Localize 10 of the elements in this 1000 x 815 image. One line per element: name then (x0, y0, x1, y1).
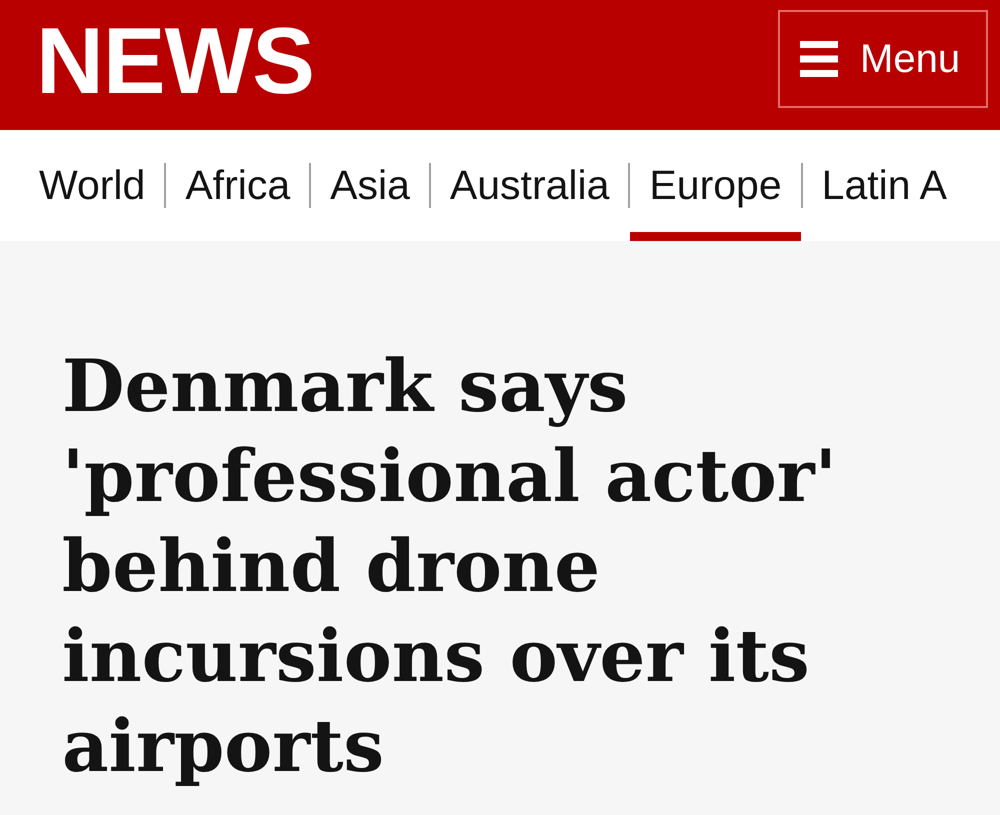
nav-tab[interactable]: Africa (166, 130, 310, 241)
menu-icon (800, 41, 838, 77)
nav-tab[interactable]: Europe (630, 130, 801, 241)
nav-tab[interactable]: Latin A (802, 130, 966, 241)
news-logo[interactable]: NEWS (36, 14, 314, 108)
article-headline: Denmark says 'professional actor' behind drone incursions over its airports (62, 342, 838, 790)
nav-tab[interactable]: World (20, 130, 164, 241)
menu-button[interactable]: Menu (778, 10, 988, 108)
nav-tab[interactable]: Asia (311, 130, 429, 241)
nav-tab[interactable]: Australia (430, 130, 628, 241)
